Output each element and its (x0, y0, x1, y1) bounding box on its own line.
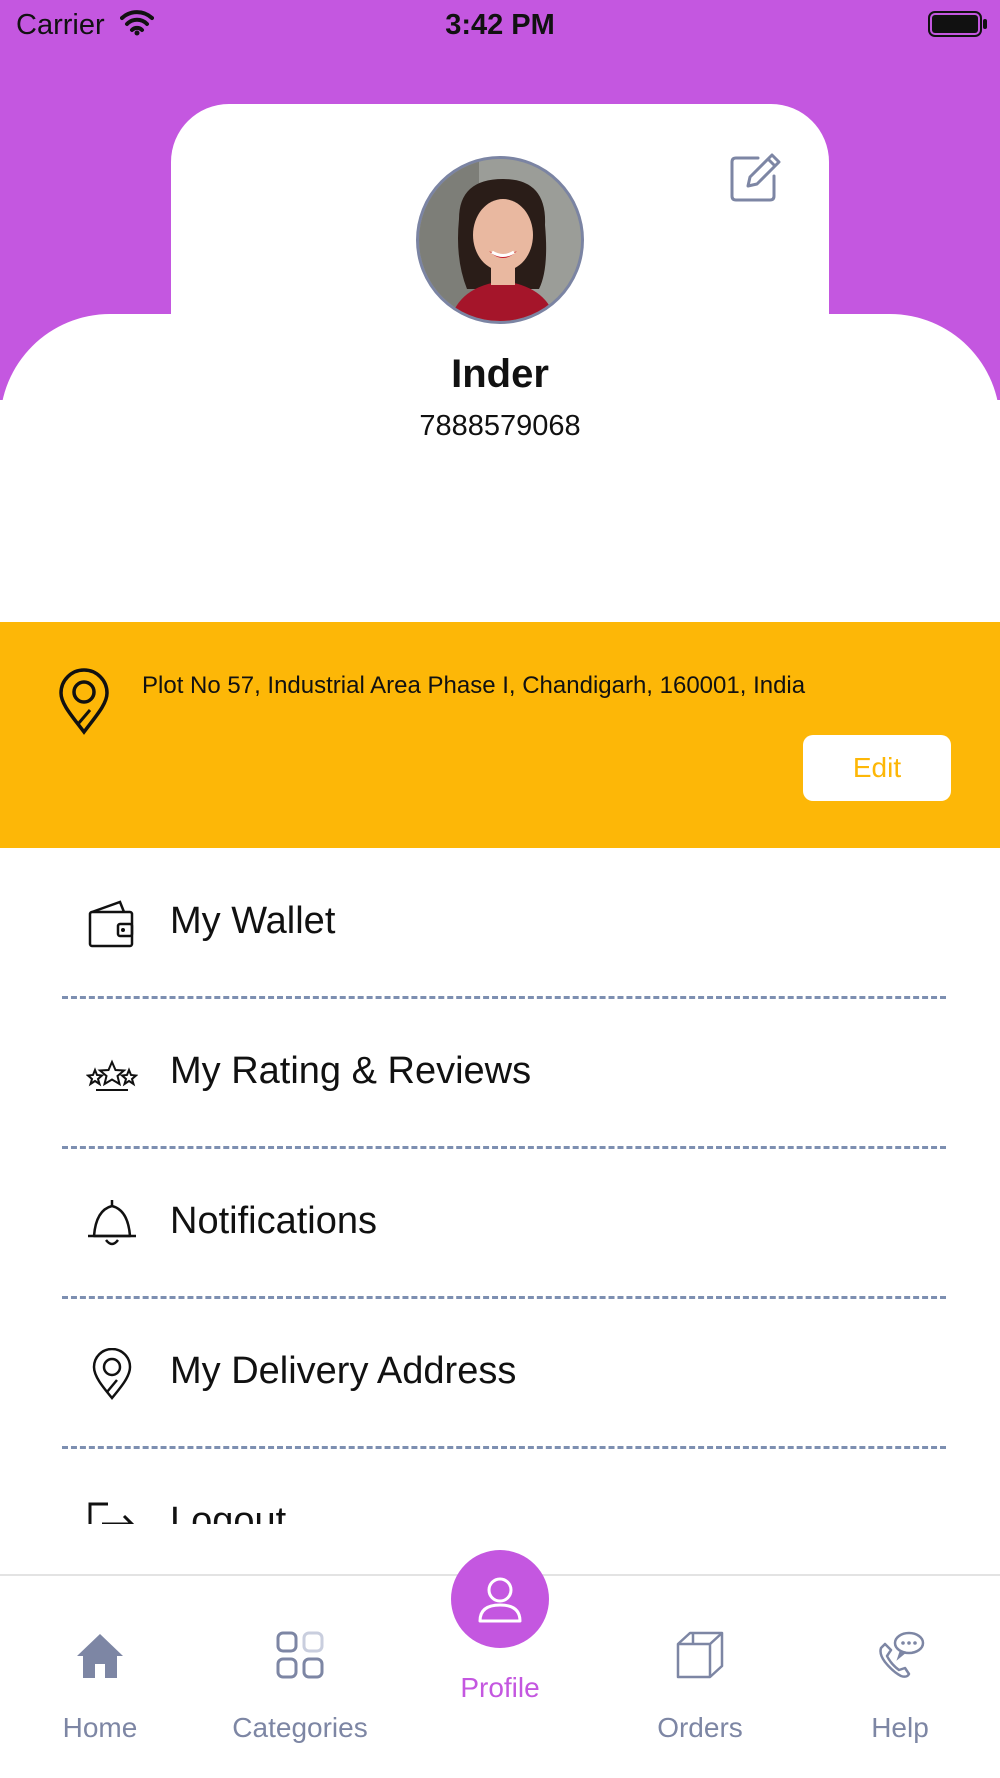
tab-help[interactable]: Help (800, 1576, 1000, 1778)
tab-profile-label[interactable]: Profile (400, 1672, 600, 1704)
user-icon (478, 1577, 522, 1623)
tab-orders[interactable]: Orders (600, 1576, 800, 1778)
tab-label: Home (62, 1712, 138, 1743)
home-icon (75, 1630, 125, 1680)
tab-label: Help (871, 1712, 929, 1743)
address-text: Plot No 57, Industrial Area Phase I, Cha… (142, 672, 806, 699)
menu-item-label: Logout (170, 1500, 287, 1524)
edit-profile-icon[interactable] (728, 150, 782, 204)
grid-icon (275, 1630, 325, 1680)
menu-list: My Wallet My Rating & Reviews Notificati… (0, 848, 1000, 1524)
status-bar: Carrier 3:42 PM (0, 0, 1000, 52)
edit-address-button[interactable]: Edit (803, 735, 951, 801)
box-icon (675, 1630, 725, 1680)
profile-phone: 7888579068 (419, 410, 581, 442)
profile-name: Inder (451, 352, 549, 396)
status-time: 3:42 PM (445, 9, 555, 41)
logout-icon (86, 1498, 138, 1524)
menu-item-label: My Delivery Address (170, 1350, 517, 1392)
menu-item-delivery-address[interactable]: My Delivery Address (62, 1298, 946, 1448)
wallet-icon (86, 898, 138, 950)
tab-home[interactable]: Home (0, 1576, 200, 1778)
menu-item-notifications[interactable]: Notifications (62, 1148, 946, 1298)
location-pin-icon (86, 1347, 138, 1400)
stars-icon (85, 1048, 139, 1100)
avatar (416, 156, 584, 324)
tab-profile[interactable] (451, 1550, 549, 1648)
location-pin-icon (56, 668, 112, 736)
menu-item-label: My Rating & Reviews (170, 1050, 532, 1092)
tab-label: Orders (657, 1712, 743, 1743)
menu-item-label: Notifications (170, 1200, 377, 1242)
bell-icon (86, 1198, 138, 1250)
tab-label: Categories (232, 1712, 368, 1743)
phone-chat-icon (875, 1630, 925, 1680)
menu-item-rating-reviews[interactable]: My Rating & Reviews (62, 998, 946, 1148)
menu-item-logout[interactable]: Logout (62, 1448, 946, 1524)
menu-item-my-wallet[interactable]: My Wallet (62, 848, 946, 998)
battery-icon (928, 11, 988, 42)
menu-item-label: My Wallet (170, 900, 336, 942)
tab-categories[interactable]: Categories (200, 1576, 400, 1778)
